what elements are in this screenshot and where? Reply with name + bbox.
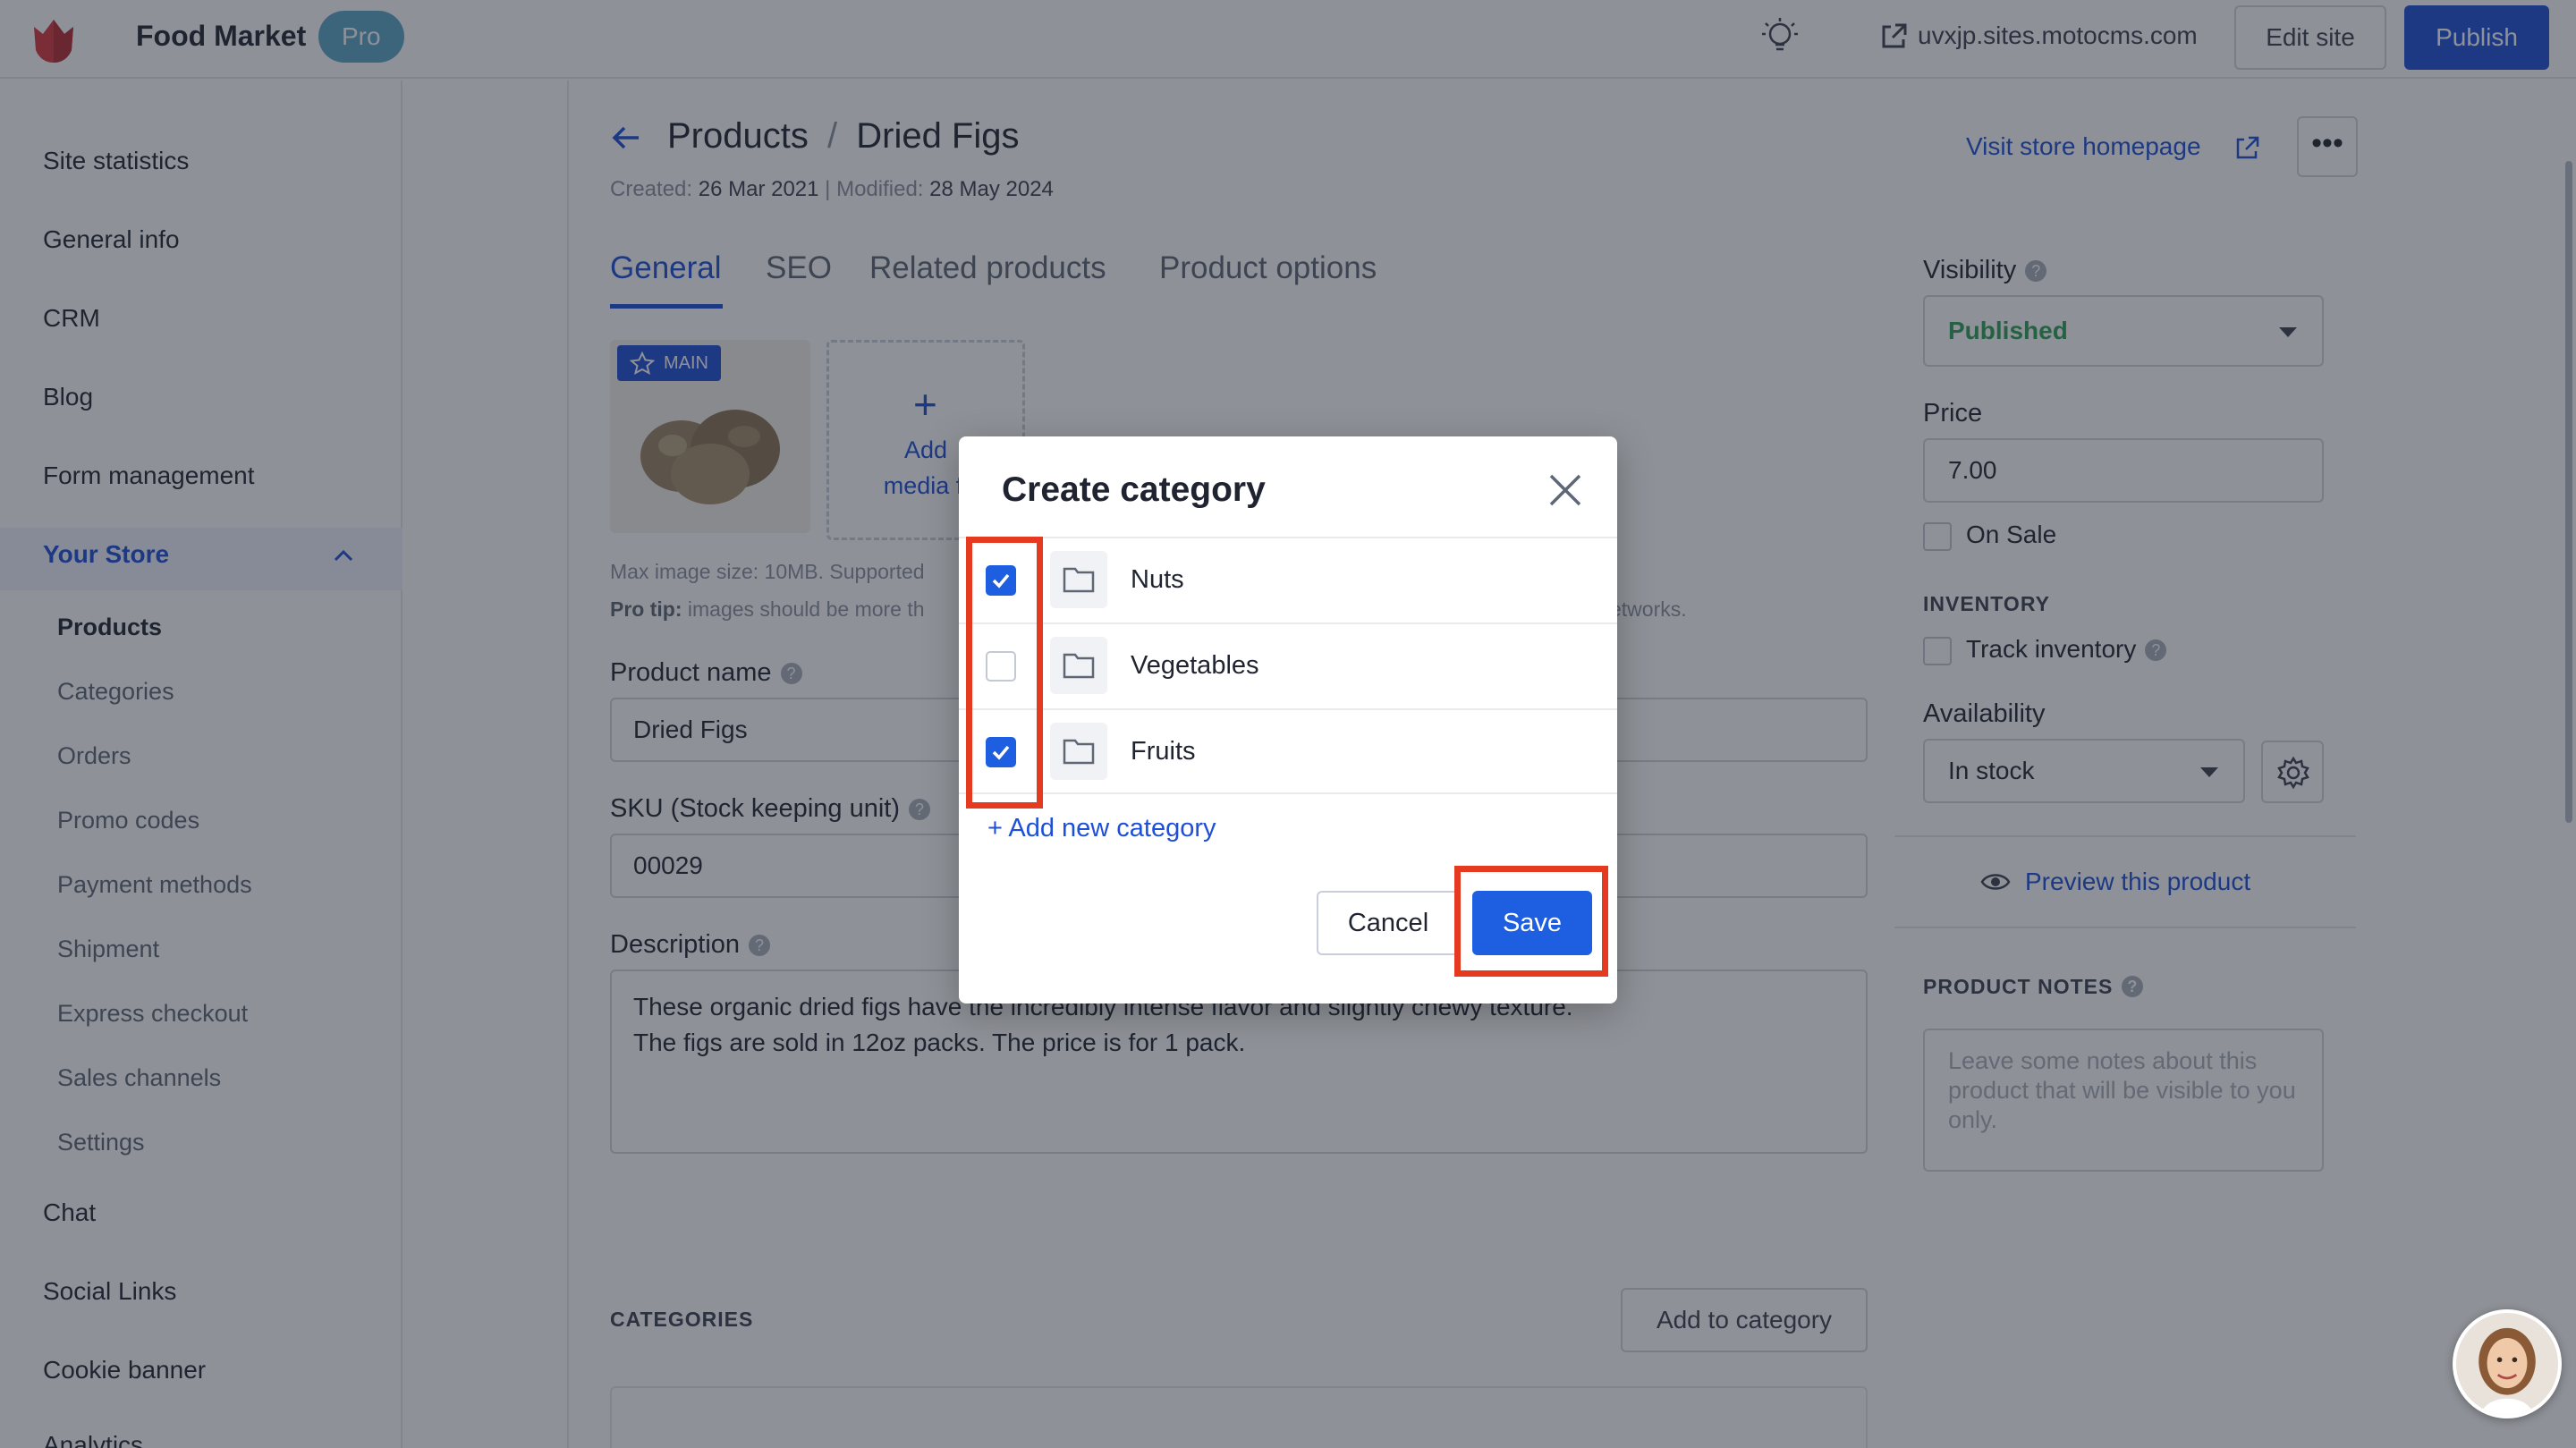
folder-icon-wrap — [1050, 637, 1107, 694]
dialog-title: Create category — [1002, 470, 1266, 509]
checkbox-highlight-box — [966, 537, 1043, 809]
folder-icon — [1063, 739, 1095, 765]
folder-icon-wrap — [1050, 551, 1107, 608]
folder-icon-wrap — [1050, 723, 1107, 780]
category-row-fruits[interactable]: Fruits — [959, 708, 1617, 794]
category-row-vegetables[interactable]: Vegetables — [959, 622, 1617, 708]
save-highlight-box — [1454, 866, 1608, 977]
add-new-category-link[interactable]: + Add new category — [987, 814, 1216, 843]
category-label: Fruits — [1131, 737, 1196, 766]
support-chat-avatar[interactable] — [2453, 1309, 2562, 1418]
support-agent-photo — [2456, 1313, 2558, 1415]
category-row-nuts[interactable]: Nuts — [959, 537, 1617, 622]
folder-icon — [1063, 653, 1095, 679]
close-icon[interactable] — [1546, 470, 1585, 510]
category-label: Nuts — [1131, 565, 1184, 594]
folder-icon — [1063, 567, 1095, 593]
cancel-button[interactable]: Cancel — [1317, 891, 1460, 955]
category-label: Vegetables — [1131, 651, 1259, 680]
